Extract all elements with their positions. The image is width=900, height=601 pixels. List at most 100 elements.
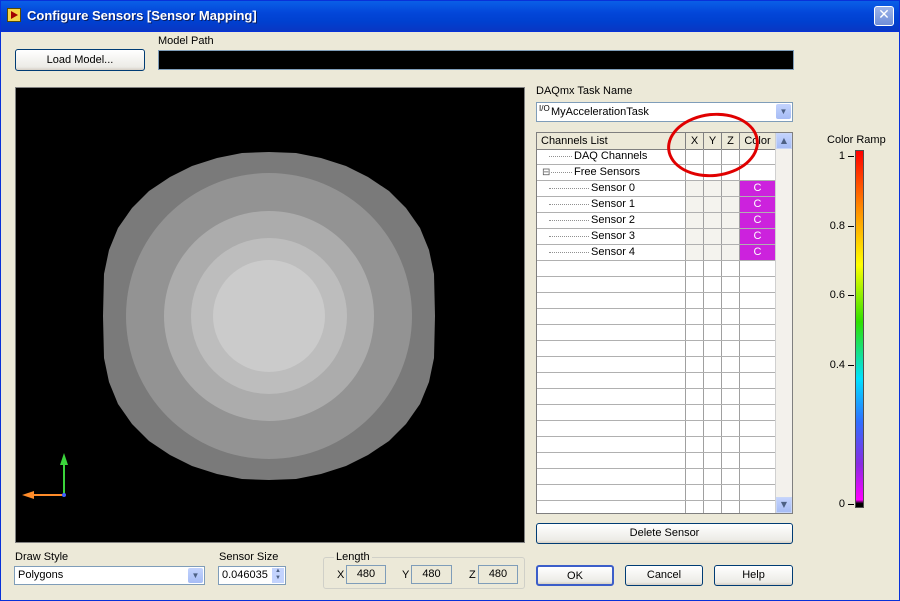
- color-cell[interactable]: C: [740, 181, 776, 196]
- empty-table-row[interactable]: [537, 309, 776, 325]
- z-cell[interactable]: [722, 213, 740, 228]
- z-cell[interactable]: [722, 181, 740, 196]
- y-cell[interactable]: [704, 389, 722, 404]
- color-cell[interactable]: C: [740, 213, 776, 228]
- empty-table-row[interactable]: [537, 453, 776, 469]
- length-y-field[interactable]: 480: [411, 565, 452, 584]
- tree-scrollbar[interactable]: ▲ ▼: [775, 133, 792, 513]
- color-cell[interactable]: [740, 469, 776, 484]
- color-cell[interactable]: [740, 357, 776, 372]
- color-cell[interactable]: C: [740, 197, 776, 212]
- cancel-button[interactable]: Cancel: [625, 565, 703, 586]
- channel-name-cell[interactable]: Sensor 0: [537, 181, 686, 196]
- empty-table-row[interactable]: [537, 469, 776, 485]
- x-cell[interactable]: [686, 485, 704, 500]
- channel-name-cell[interactable]: [537, 309, 686, 324]
- spin-arrows-icon[interactable]: ▲ ▼: [272, 568, 284, 583]
- empty-table-row[interactable]: [537, 389, 776, 405]
- y-cell[interactable]: [704, 501, 722, 513]
- table-row[interactable]: Sensor 1 C: [537, 197, 776, 213]
- empty-table-row[interactable]: [537, 501, 776, 513]
- color-cell[interactable]: [740, 437, 776, 452]
- x-cell[interactable]: [686, 325, 704, 340]
- y-cell[interactable]: [704, 277, 722, 292]
- empty-table-row[interactable]: [537, 421, 776, 437]
- x-cell[interactable]: [686, 197, 704, 212]
- y-cell[interactable]: [704, 485, 722, 500]
- channel-name-cell[interactable]: [537, 453, 686, 468]
- color-cell[interactable]: [740, 405, 776, 420]
- help-button[interactable]: Help: [714, 565, 793, 586]
- x-cell[interactable]: [686, 213, 704, 228]
- channel-name-cell[interactable]: [537, 437, 686, 452]
- z-cell[interactable]: [722, 277, 740, 292]
- load-model-button[interactable]: Load Model...: [15, 49, 145, 71]
- channel-name-cell[interactable]: Sensor 3: [537, 229, 686, 244]
- color-cell[interactable]: [740, 485, 776, 500]
- empty-table-row[interactable]: [537, 437, 776, 453]
- y-cell[interactable]: [704, 245, 722, 260]
- y-cell[interactable]: [704, 357, 722, 372]
- empty-table-row[interactable]: [537, 325, 776, 341]
- x-cell[interactable]: [686, 373, 704, 388]
- length-x-field[interactable]: 480: [346, 565, 386, 584]
- z-cell[interactable]: [722, 501, 740, 513]
- channel-name-cell[interactable]: [537, 373, 686, 388]
- color-cell[interactable]: [740, 421, 776, 436]
- z-cell[interactable]: [722, 245, 740, 260]
- color-cell[interactable]: [740, 373, 776, 388]
- color-cell[interactable]: C: [740, 245, 776, 260]
- x-cell[interactable]: [686, 181, 704, 196]
- channel-name-cell[interactable]: [537, 357, 686, 372]
- z-cell[interactable]: [722, 405, 740, 420]
- scroll-up-icon[interactable]: ▲: [776, 133, 792, 149]
- z-cell[interactable]: [722, 453, 740, 468]
- table-row[interactable]: Sensor 2 C: [537, 213, 776, 229]
- channel-name-cell[interactable]: [537, 405, 686, 420]
- color-cell[interactable]: [740, 341, 776, 356]
- channel-name-cell[interactable]: DAQ Channels: [537, 149, 686, 164]
- empty-table-row[interactable]: [537, 373, 776, 389]
- x-cell[interactable]: [686, 389, 704, 404]
- channel-name-cell[interactable]: ⊟ Free Sensors: [537, 165, 686, 180]
- length-z-field[interactable]: 480: [478, 565, 518, 584]
- channel-name-cell[interactable]: [537, 261, 686, 276]
- channel-name-cell[interactable]: [537, 485, 686, 500]
- z-cell[interactable]: [722, 309, 740, 324]
- x-cell[interactable]: [686, 437, 704, 452]
- z-cell[interactable]: [722, 293, 740, 308]
- y-cell[interactable]: [704, 373, 722, 388]
- channel-name-cell[interactable]: Sensor 1: [537, 197, 686, 212]
- z-cell[interactable]: [722, 373, 740, 388]
- empty-table-row[interactable]: [537, 341, 776, 357]
- color-cell[interactable]: [740, 277, 776, 292]
- y-cell[interactable]: [704, 213, 722, 228]
- x-cell[interactable]: [686, 421, 704, 436]
- y-cell[interactable]: [704, 293, 722, 308]
- channel-name-cell[interactable]: [537, 341, 686, 356]
- ok-button[interactable]: OK: [536, 565, 614, 586]
- color-cell[interactable]: [740, 293, 776, 308]
- y-cell[interactable]: [704, 325, 722, 340]
- x-cell[interactable]: [686, 341, 704, 356]
- close-button[interactable]: ✕: [874, 6, 894, 26]
- color-cell[interactable]: [740, 453, 776, 468]
- daq-task-select[interactable]: I/O MyAccelerationTask ▼: [536, 102, 793, 122]
- z-cell[interactable]: [722, 421, 740, 436]
- y-cell[interactable]: [704, 261, 722, 276]
- x-cell[interactable]: [686, 277, 704, 292]
- x-cell[interactable]: [686, 357, 704, 372]
- y-cell[interactable]: [704, 309, 722, 324]
- collapse-icon[interactable]: ⊟: [542, 165, 551, 180]
- x-cell[interactable]: [686, 405, 704, 420]
- channels-tree[interactable]: Channels List X Y Z Color DAQ Channels ⊟ F…: [536, 132, 793, 514]
- z-cell[interactable]: [722, 437, 740, 452]
- chevron-down-icon[interactable]: ▼: [776, 104, 791, 119]
- empty-table-row[interactable]: [537, 261, 776, 277]
- z-cell[interactable]: [722, 325, 740, 340]
- y-cell[interactable]: [704, 197, 722, 212]
- color-cell[interactable]: [740, 165, 776, 180]
- y-cell[interactable]: [704, 421, 722, 436]
- z-cell[interactable]: [722, 229, 740, 244]
- table-row[interactable]: Sensor 0 C: [537, 181, 776, 197]
